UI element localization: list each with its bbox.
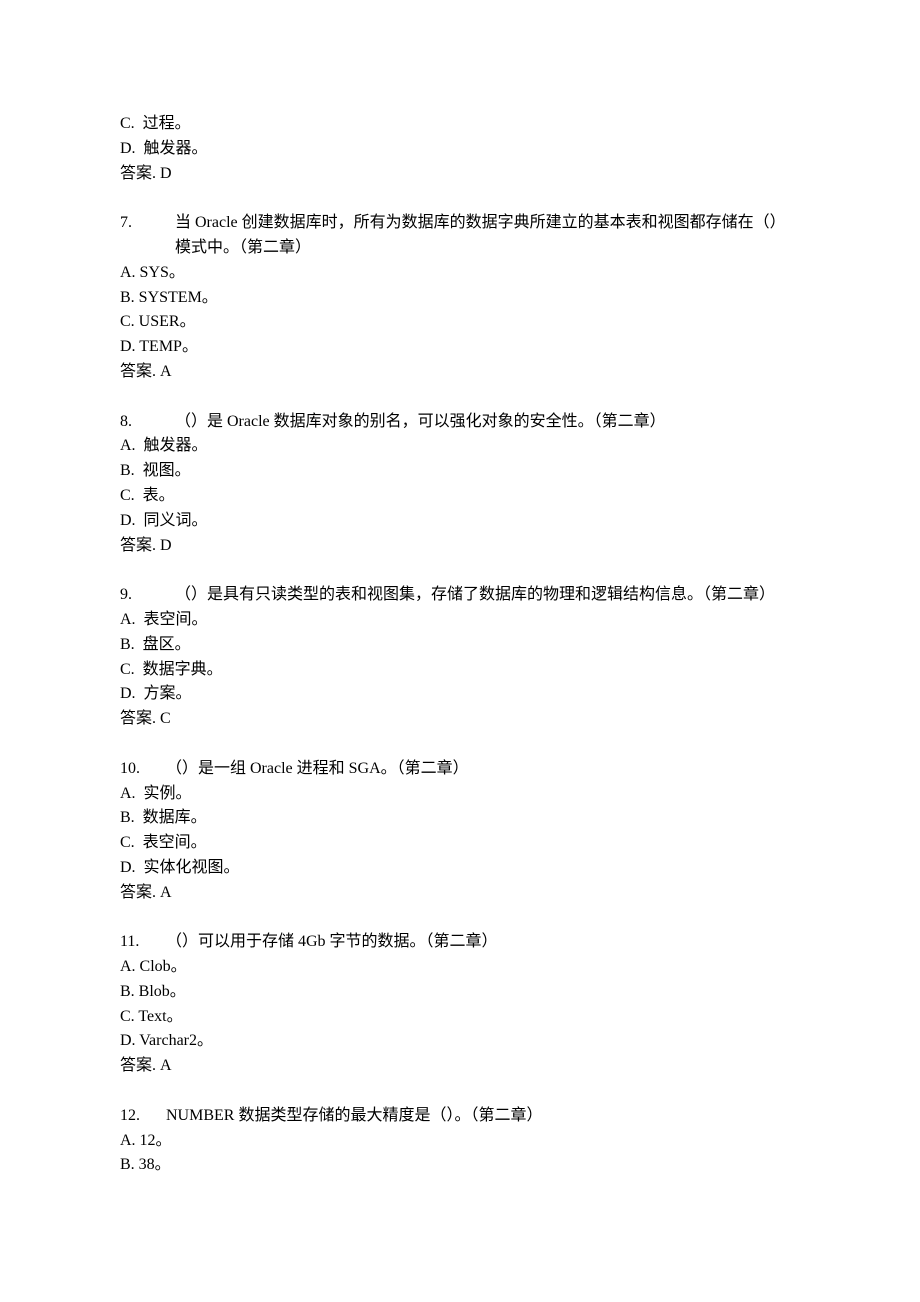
option-d: D. 实体化视图。 <box>120 856 800 881</box>
spacer <box>120 1079 800 1104</box>
question-text: NUMBER 数据类型存储的最大精度是（）。（第二章） <box>166 1104 800 1129</box>
option-c: C. 表。 <box>120 484 800 509</box>
option-b: B. 38。 <box>120 1153 800 1178</box>
option-c: C. 表空间。 <box>120 831 800 856</box>
option-c: C. 过程。 <box>120 112 800 137</box>
option-b: B. 数据库。 <box>120 806 800 831</box>
answer-line: 答案. C <box>120 707 800 732</box>
option-a: A. Clob。 <box>120 955 800 980</box>
option-b: B. Blob。 <box>120 980 800 1005</box>
question-stem: 12. NUMBER 数据类型存储的最大精度是（）。（第二章） <box>120 1104 800 1129</box>
option-a: A. 触发器。 <box>120 434 800 459</box>
question-stem: 8. （）是 Oracle 数据库对象的别名，可以强化对象的安全性。（第二章） <box>120 410 800 435</box>
option-a: A. 表空间。 <box>120 608 800 633</box>
spacer <box>120 558 800 583</box>
question-number: 8. <box>120 410 175 435</box>
option-d: D. 同义词。 <box>120 509 800 534</box>
question-stem: 10. （）是一组 Oracle 进程和 SGA。（第二章） <box>120 757 800 782</box>
option-a: A. SYS。 <box>120 261 800 286</box>
question-stem: 9. （）是具有只读类型的表和视图集，存储了数据库的物理和逻辑结构信息。（第二章… <box>120 583 800 608</box>
spacer <box>120 906 800 931</box>
option-a: A. 实例。 <box>120 782 800 807</box>
option-d: D. TEMP。 <box>120 335 800 360</box>
question-text: （）是具有只读类型的表和视图集，存储了数据库的物理和逻辑结构信息。（第二章） <box>175 583 800 608</box>
question-text: 当 Oracle 创建数据库时，所有为数据库的数据字典所建立的基本表和视图都存储… <box>175 211 800 261</box>
answer-line: 答案. D <box>120 534 800 559</box>
option-d: D. Varchar2。 <box>120 1029 800 1054</box>
answer-line: 答案. A <box>120 881 800 906</box>
answer-line: 答案. D <box>120 162 800 187</box>
answer-line: 答案. A <box>120 1054 800 1079</box>
question-number: 9. <box>120 583 175 608</box>
document-page: C. 过程。 D. 触发器。 答案. D 7. 当 Oracle 创建数据库时，… <box>0 0 920 1238</box>
question-number: 10. <box>120 757 166 782</box>
option-c: C. Text。 <box>120 1005 800 1030</box>
option-c: C. USER。 <box>120 310 800 335</box>
question-number: 12. <box>120 1104 166 1129</box>
spacer <box>120 186 800 211</box>
question-stem: 11. （）可以用于存储 4Gb 字节的数据。（第二章） <box>120 930 800 955</box>
spacer <box>120 385 800 410</box>
option-b: B. 视图。 <box>120 459 800 484</box>
option-d: D. 方案。 <box>120 682 800 707</box>
option-b: B. 盘区。 <box>120 633 800 658</box>
option-b: B. SYSTEM。 <box>120 286 800 311</box>
spacer <box>120 732 800 757</box>
option-c: C. 数据字典。 <box>120 658 800 683</box>
question-text: （）可以用于存储 4Gb 字节的数据。（第二章） <box>166 930 800 955</box>
question-text: （）是一组 Oracle 进程和 SGA。（第二章） <box>166 757 800 782</box>
option-d: D. 触发器。 <box>120 137 800 162</box>
question-text: （）是 Oracle 数据库对象的别名，可以强化对象的安全性。（第二章） <box>175 410 800 435</box>
answer-line: 答案. A <box>120 360 800 385</box>
question-stem: 7. 当 Oracle 创建数据库时，所有为数据库的数据字典所建立的基本表和视图… <box>120 211 800 261</box>
question-number: 7. <box>120 211 175 261</box>
option-a: A. 12。 <box>120 1129 800 1154</box>
question-number: 11. <box>120 930 166 955</box>
